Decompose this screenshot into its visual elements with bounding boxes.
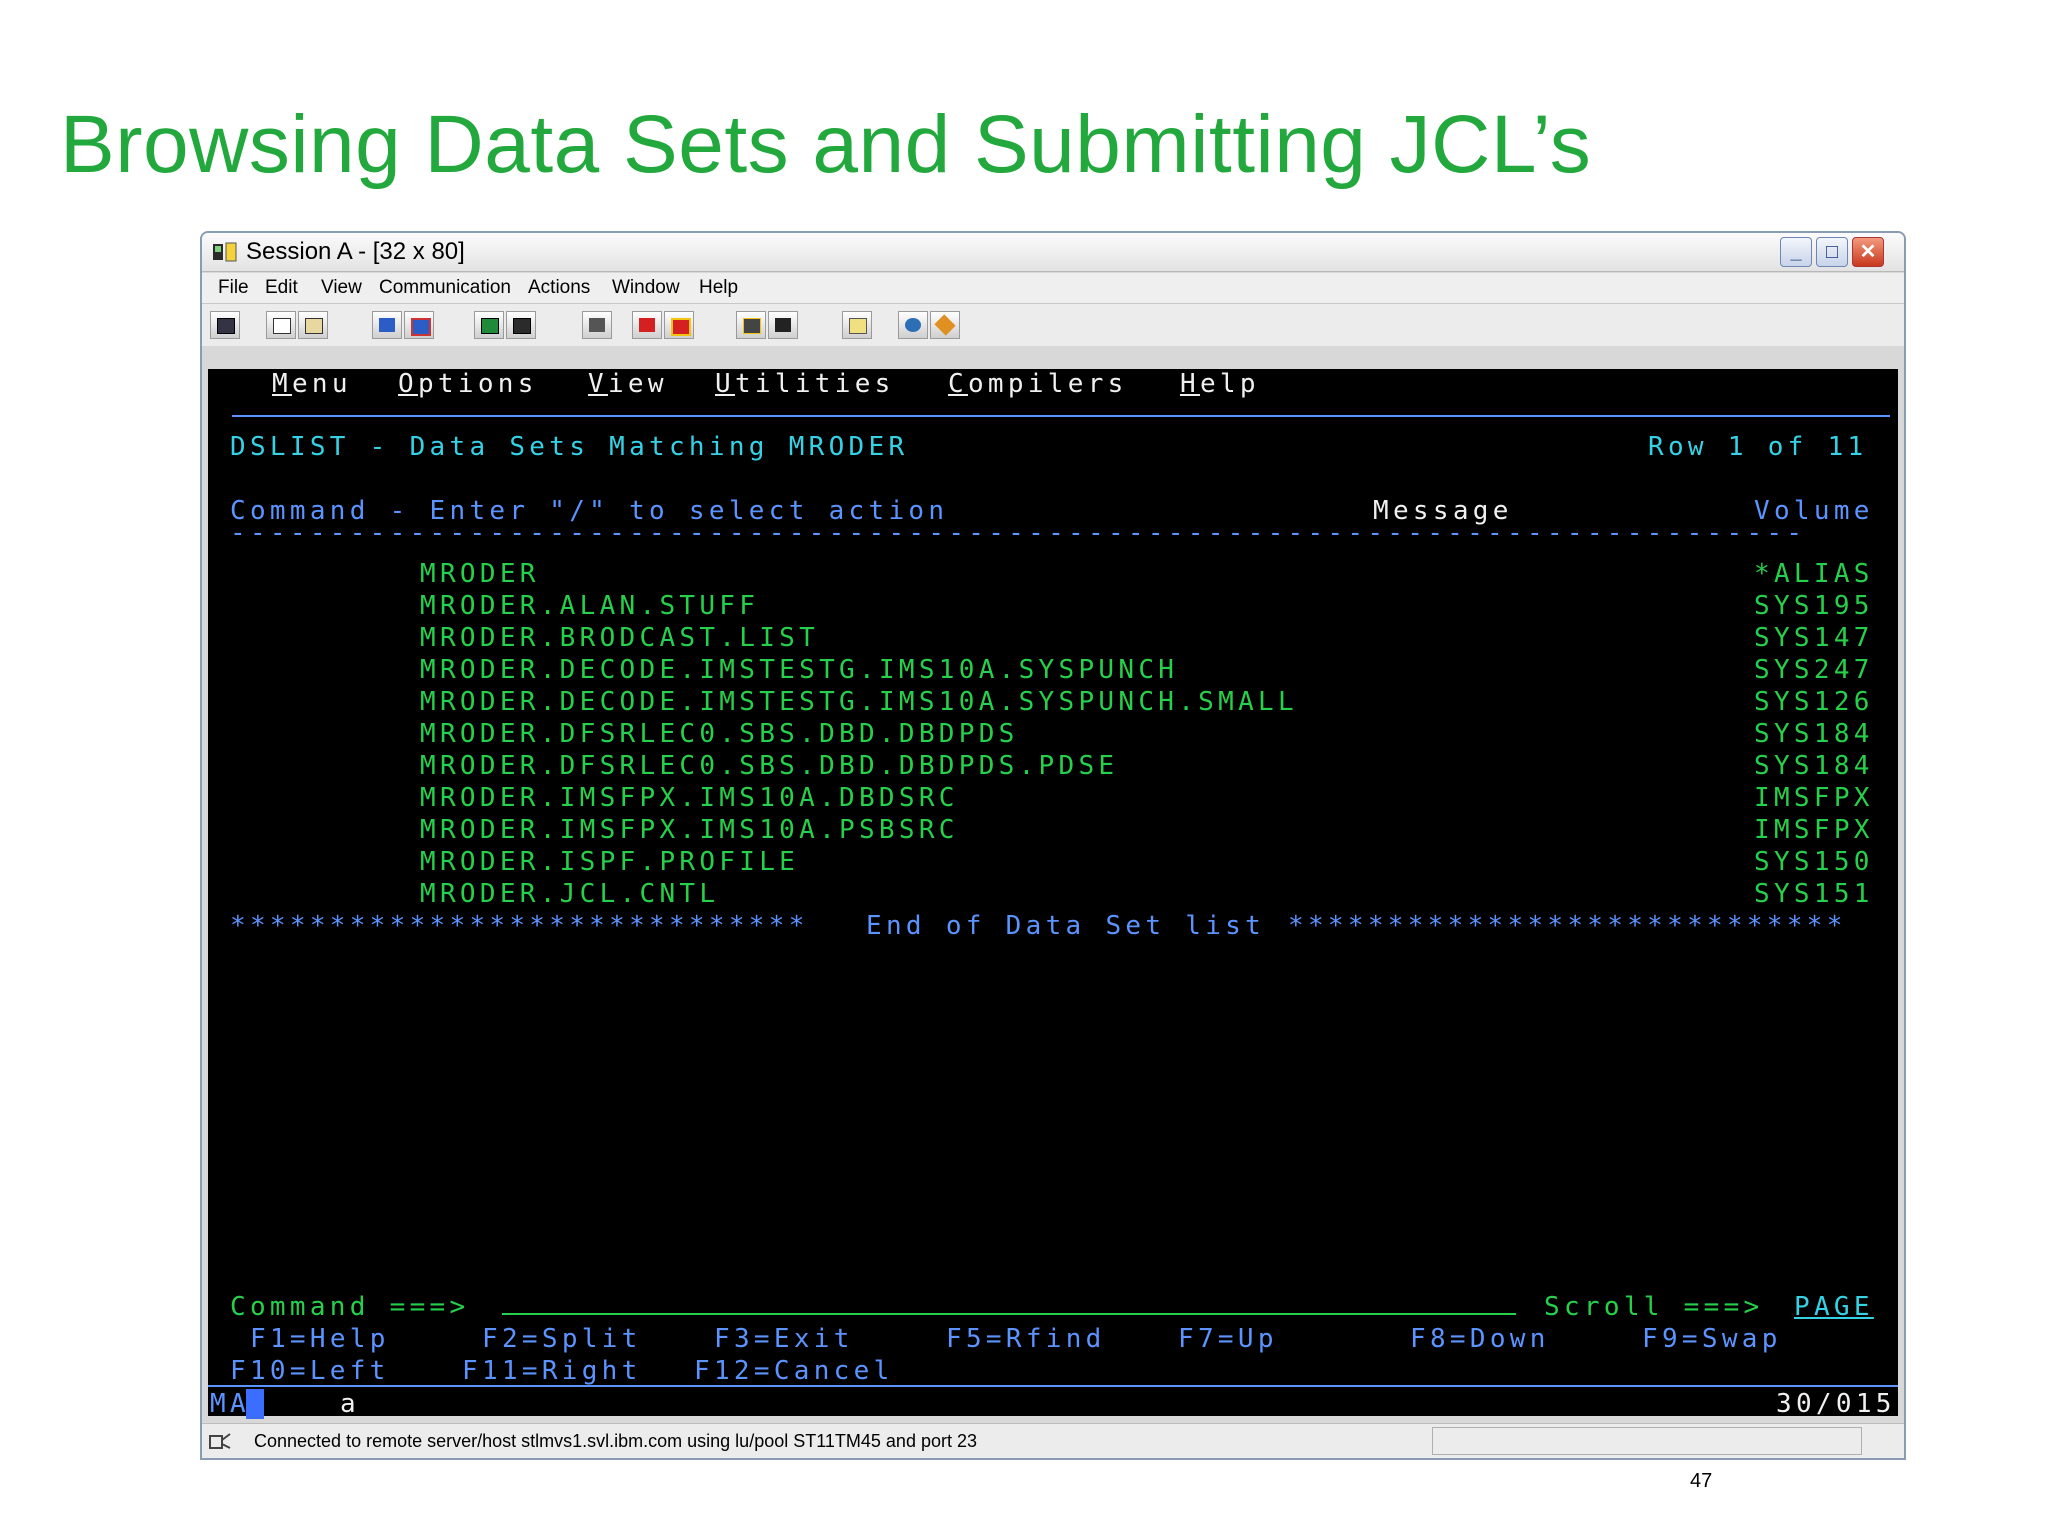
macro-play-step-icon[interactable] [768,311,798,339]
macro-play-icon[interactable] [736,311,766,339]
window-titlebar[interactable]: Session A - [32 x 80] _ □ ✕ [202,233,1904,272]
end-stars-left: ***************************** [230,911,809,941]
menu-actions[interactable]: Actions [528,277,590,299]
copy-icon[interactable] [266,311,296,339]
dataset-name[interactable]: MRODER.DECODE.IMSTESTG.IMS10A.SYSPUNCH [420,654,1178,686]
print-screen-icon[interactable] [210,311,240,339]
close-button[interactable]: ✕ [1852,237,1884,267]
connection-icon [209,1433,231,1449]
maximize-button[interactable]: □ [1816,237,1848,267]
session-icon [213,242,237,262]
action-bar-divider [232,415,1890,417]
page-number: 47 [1690,1470,1713,1492]
menu-view[interactable]: View [321,277,362,299]
slide-title: Browsing Data Sets and Submitting JCL’s [60,99,1592,190]
macro-stop-icon[interactable] [664,311,694,339]
header-divider: ----------------------------------------… [230,518,1807,548]
dataset-name[interactable]: MRODER.ALAN.STUFF [420,590,759,622]
panel-title: DSLIST - Data Sets Matching MRODER [230,432,909,462]
clipboard-icon[interactable] [842,311,872,339]
scroll-prompt: Scroll ===> [1544,1292,1764,1322]
menu-help[interactable]: Help [699,277,738,299]
dataset-volume: SYS247 [1754,655,1874,685]
oia-mode: a [340,1389,360,1419]
dataset-name[interactable]: MRODER.BRODCAST.LIST [420,622,819,654]
display-icon[interactable] [474,311,504,339]
dataset-name[interactable]: MRODER.DFSRLEC0.SBS.DBD.DBDPDS [420,718,1019,750]
fkey-f9[interactable]: F9=Swap [1642,1323,1782,1355]
dataset-volume: SYS126 [1754,687,1874,717]
dataset-volume: SYS195 [1754,591,1874,621]
fkey-f1[interactable]: F1=Help [250,1323,390,1355]
fkey-f7[interactable]: F7=Up [1178,1323,1278,1355]
send-icon[interactable] [372,311,402,339]
dataset-volume: SYS147 [1754,623,1874,653]
action-view[interactable]: View [588,368,668,400]
paste-icon[interactable] [298,311,328,339]
end-stars-right: **************************** [1288,911,1847,941]
action-menu[interactable]: Menu [272,368,352,400]
dataset-volume: IMSFPX [1754,815,1874,845]
menu-edit[interactable]: Edit [265,277,298,299]
fkey-f2[interactable]: F2=Split [482,1323,642,1355]
menu-communication[interactable]: Communication [379,277,511,299]
oia-divider [208,1385,1898,1387]
dataset-volume: SYS150 [1754,847,1874,877]
dataset-volume: SYS184 [1754,719,1874,749]
oia-session-id: MA [210,1389,250,1419]
menu-window[interactable]: Window [612,277,680,299]
command-input-underline [502,1313,1516,1315]
fkey-f8[interactable]: F8=Down [1410,1323,1550,1355]
display-setup-icon[interactable] [506,311,536,339]
dataset-name[interactable]: MRODER.ISPF.PROFILE [420,846,799,878]
action-compilers[interactable]: Compilers [948,368,1128,400]
cursor-position: 30/015 [1776,1389,1896,1419]
end-of-list-text: End of Data Set list [866,911,1266,941]
connection-status: Connected to remote server/host stlmvs1.… [254,1431,977,1451]
menu-file[interactable]: File [218,277,249,299]
status-bar: Connected to remote server/host stlmvs1.… [202,1423,1904,1458]
dataset-name[interactable]: MRODER.JCL.CNTL [420,878,719,910]
menu-bar: File Edit View Communication Actions Win… [202,273,1904,304]
action-help[interactable]: Help [1180,368,1260,400]
dataset-volume: IMSFPX [1754,783,1874,813]
keyboard-map-icon[interactable] [582,311,612,339]
minimize-button[interactable]: _ [1780,237,1812,267]
dataset-name[interactable]: MRODER.IMSFPX.IMS10A.PSBSRC [420,814,959,846]
receive-icon[interactable] [404,311,434,339]
fkey-f10[interactable]: F10=Left [230,1355,390,1387]
dataset-volume: *ALIAS [1754,559,1874,589]
window-title: Session A - [32 x 80] [246,238,465,265]
toolbar [202,304,1904,346]
scroll-input[interactable]: PAGE [1794,1291,1874,1323]
fkey-f5[interactable]: F5=Rfind [946,1323,1106,1355]
fkey-f3[interactable]: F3=Exit [714,1323,854,1355]
status-pane [1432,1427,1862,1455]
emulator-window: Session A - [32 x 80] _ □ ✕ File Edit Vi… [200,231,1906,1460]
dataset-volume: SYS151 [1754,879,1874,909]
customize-icon[interactable] [930,311,960,339]
dataset-name[interactable]: MRODER.IMSFPX.IMS10A.DBDSRC [420,782,959,814]
dataset-name[interactable]: MRODER [420,558,540,590]
action-utilities[interactable]: Utilities [715,368,895,400]
dataset-name[interactable]: MRODER.DFSRLEC0.SBS.DBD.DBDPDS.PDSE [420,750,1118,782]
macro-record-icon[interactable] [632,311,662,339]
globe-icon[interactable] [898,311,928,339]
row-info: Row 1 of 11 [1648,432,1868,462]
fkey-f11[interactable]: F11=Right [462,1355,642,1387]
dataset-volume: SYS184 [1754,751,1874,781]
action-options[interactable]: Options [398,368,538,400]
fkey-f12[interactable]: F12=Cancel [694,1355,894,1387]
command-prompt: Command ===> [230,1292,470,1322]
dataset-name[interactable]: MRODER.DECODE.IMSTESTG.IMS10A.SYSPUNCH.S… [420,686,1298,718]
terminal-screen[interactable]: Menu Options View Utilities Compilers He… [208,368,1898,1419]
